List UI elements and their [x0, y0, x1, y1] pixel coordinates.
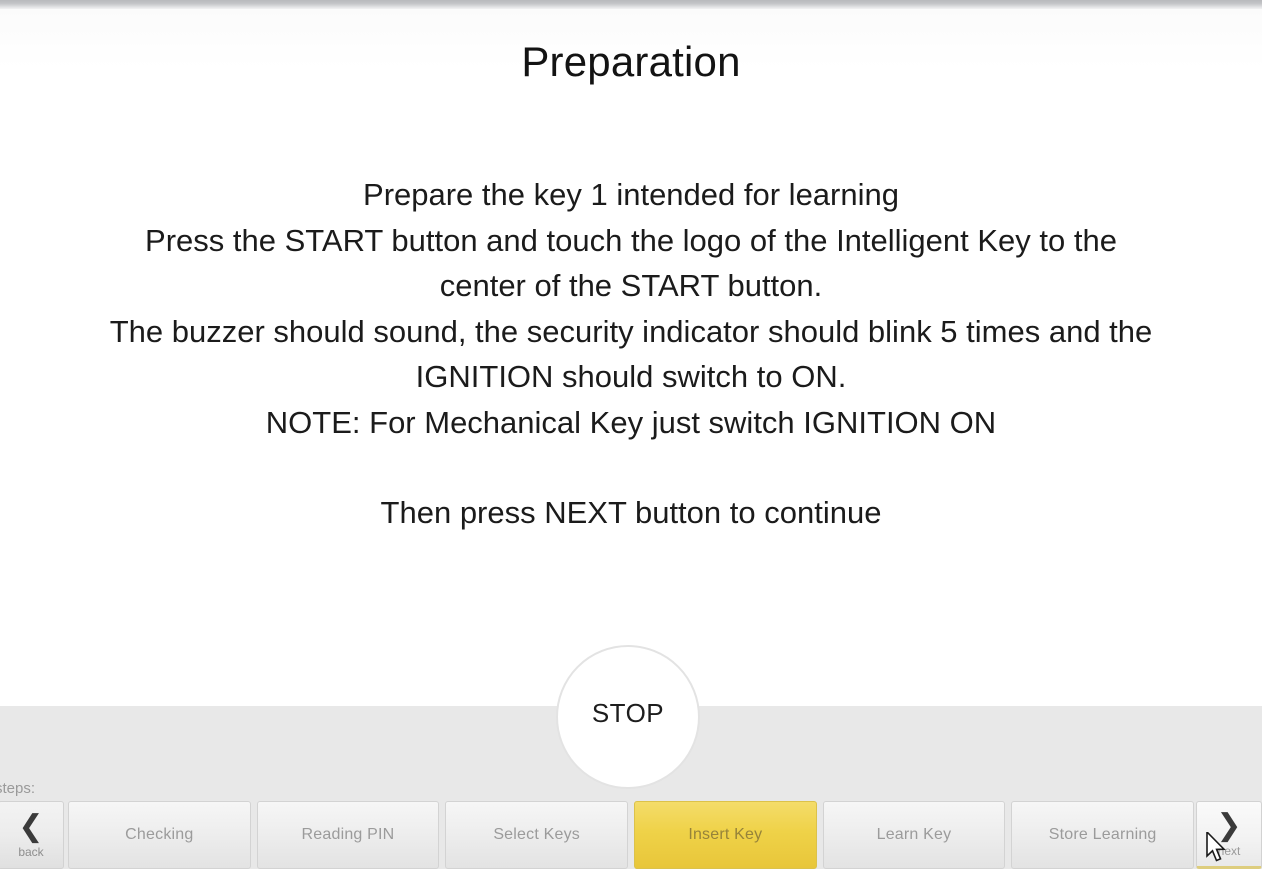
step-button-checking[interactable]: Checking	[68, 801, 251, 869]
window-chrome-strip	[0, 0, 1262, 9]
step-button-learn-key[interactable]: Learn Key	[822, 801, 1006, 869]
chevron-right-icon: ❯	[1216, 807, 1242, 843]
page-title: Preparation	[521, 38, 741, 85]
step-progress-bar: ❮ back Checking Reading PIN Select Keys Ins…	[0, 801, 1262, 869]
instruction-gap	[0, 445, 1262, 490]
chevron-left-icon: ❮	[18, 808, 44, 844]
step-button-store-learning[interactable]: Store Learning	[1011, 801, 1194, 869]
step-button-select-keys[interactable]: Select Keys	[445, 801, 628, 869]
back-button[interactable]: ❮ back	[0, 801, 64, 869]
instruction-line-3: center of the START button.	[439, 268, 823, 303]
instruction-line-2: Press the START button and touch the log…	[145, 222, 1117, 258]
instruction-line-7: Then press NEXT button to continue	[380, 495, 882, 530]
step-button-label: Select Keys	[493, 826, 580, 843]
steps-label: steps:	[0, 780, 36, 797]
instruction-line-4: The buzzer should sound, the security in…	[109, 313, 1153, 349]
step-button-label: Reading PIN	[301, 826, 395, 843]
step-button-label: Checking	[125, 826, 194, 843]
stop-button[interactable]: STOP	[556, 645, 700, 789]
step-button-label: Learn Key	[876, 826, 952, 843]
step-button-label: Store Learning	[1048, 826, 1157, 843]
stop-button-label: STOP	[591, 697, 665, 728]
next-button-label: next	[1217, 843, 1241, 858]
back-button-label: back	[18, 844, 44, 859]
step-button-reading-pin[interactable]: Reading PIN	[256, 801, 440, 869]
instruction-line-1: Prepare the key 1 intended for learning	[363, 177, 899, 212]
step-button-label: Insert Key	[688, 826, 763, 843]
content-page: Preparation Prepare the key 1 intended f…	[0, 9, 1262, 706]
instruction-line-5: IGNITION should switch to ON.	[415, 359, 847, 394]
instruction-text-block: Prepare the key 1 intended for learning …	[0, 172, 1262, 536]
next-button[interactable]: ❯ next	[1196, 801, 1262, 869]
step-button-insert-key[interactable]: Insert Key	[634, 801, 817, 869]
instruction-line-6: NOTE: For Mechanical Key just switch IGN…	[265, 404, 997, 440]
